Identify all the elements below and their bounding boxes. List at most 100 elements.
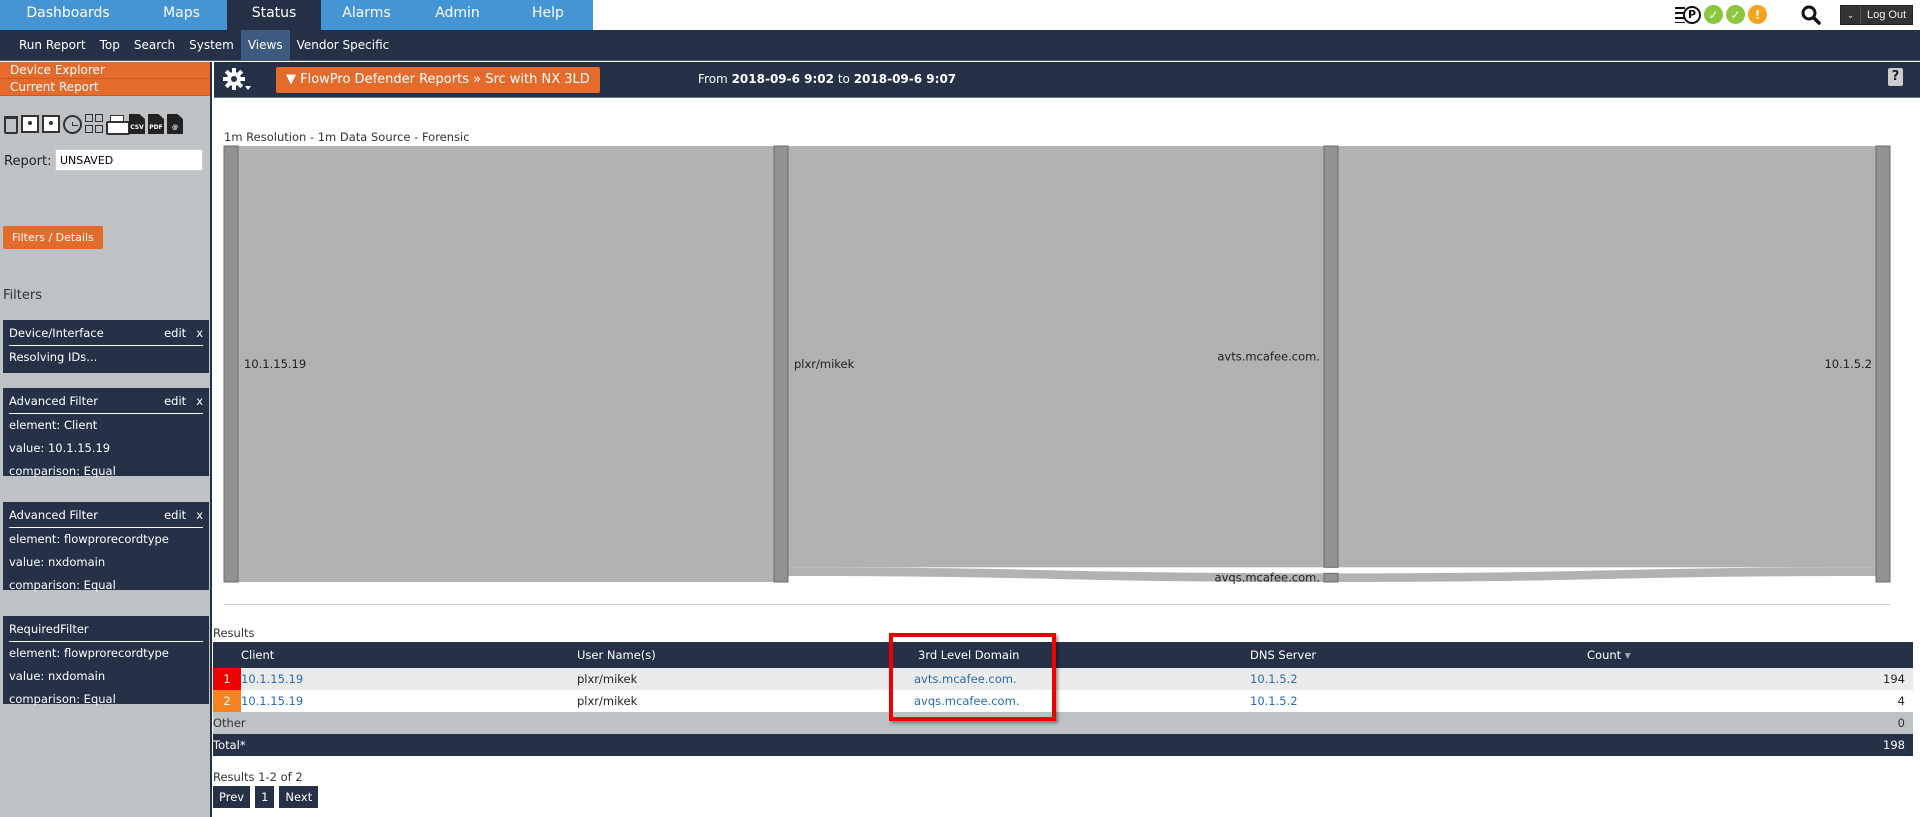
from-value: 2018-09-6 9:02 [731,72,834,86]
help-button[interactable]: ? [1888,68,1903,86]
subnav-run-report[interactable]: Run Report [12,30,93,60]
column-header-user[interactable]: User Name(s) [577,642,914,668]
filter-title: Advanced Filter [9,508,98,522]
next-page-button[interactable]: Next [279,786,319,808]
status-ok-icon[interactable]: ✓ [1704,5,1723,24]
results-heading: Results [213,626,255,640]
filter-card-advanced-client: Advanced Filter edit x element: Client va… [3,388,209,478]
column-header-domain[interactable]: 3rd Level Domain [914,642,1250,668]
column-header-dns[interactable]: DNS Server [1250,642,1587,668]
current-report-link[interactable]: Current Report [0,79,210,96]
filter-line: comparison: Equal [9,464,116,478]
sankey-node-label: 10.1.15.19 [244,357,306,371]
domain-link[interactable]: avqs.mcafee.com. [914,694,1019,708]
subnav-search[interactable]: Search [127,30,182,60]
dns-link[interactable]: 10.1.5.2 [1250,694,1298,708]
filter-line: Resolving IDs... [9,350,98,364]
sankey-node [1323,572,1339,583]
filter-card-required: RequiredFilter element: flowprorecordtyp… [3,616,209,706]
subnav-top[interactable]: Top [93,30,127,60]
report-title-dropdown[interactable]: ▼ FlowPro Defender Reports » Src with NX… [276,67,600,93]
total-count: 198 [1587,734,1913,756]
report-name-label: Report: [4,154,52,169]
logout-label: Log Out [1867,9,1907,21]
sankey-node-label: 10.1.5.2 [1824,357,1872,371]
column-header-client[interactable]: Client [241,642,577,668]
sankey-node-label: avts.mcafee.com. [1217,350,1320,364]
search-icon[interactable] [1801,5,1821,25]
report-toolbar: CSV PDF @ [4,114,183,135]
nav-tab-alarms[interactable]: Alarms [321,0,412,30]
nav-tab-status[interactable]: Status [227,0,321,30]
poller-status-icon[interactable]: P [1675,5,1701,24]
subnav-views[interactable]: Views [240,30,290,60]
subnav-system[interactable]: System [182,30,241,60]
nav-tab-dashboards[interactable]: Dashboards [0,0,136,30]
csv-export-icon[interactable]: CSV [129,114,145,134]
sankey-node [773,145,789,583]
filter-title: RequiredFilter [9,622,89,636]
nav-tab-admin[interactable]: Admin [412,0,503,30]
logout-button[interactable]: ⌄ Log Out [1840,5,1914,25]
table-row: 1 10.1.15.19 plxr/mikek avts.mcafee.com.… [213,668,1913,690]
client-link[interactable]: 10.1.15.19 [241,672,303,686]
nav-tab-maps[interactable]: Maps [136,0,227,30]
total-row: Total* 198 [213,734,1913,756]
page-1-button[interactable]: 1 [255,786,275,808]
poller-p-badge: P [1683,5,1701,24]
email-export-icon[interactable]: @ [167,114,183,134]
filters-details-button[interactable]: Filters / Details [3,226,103,249]
filter-remove-button[interactable]: x [196,508,203,522]
pdf-export-icon[interactable]: PDF [148,114,164,134]
table-row: 2 10.1.15.19 plxr/mikek avqs.mcafee.com.… [213,690,1913,712]
device-explorer-link[interactable]: Device Explorer [0,62,210,79]
chevron-down-icon[interactable]: ⌄ [1841,6,1861,24]
other-label: Other [213,712,1587,734]
prev-page-button[interactable]: Prev [213,786,251,808]
dns-cell: 10.1.5.2 [1250,668,1587,690]
dns-cell: 10.1.5.2 [1250,690,1587,712]
save-as-icon[interactable] [42,115,60,133]
client-link[interactable]: 10.1.15.19 [241,694,303,708]
filter-edit-link[interactable]: edit [164,508,186,522]
from-label: From [698,72,728,86]
filter-card-advanced-recordtype: Advanced Filter edit x element: flowprore… [3,502,209,592]
rank-badge: 1 [213,668,241,690]
domain-link[interactable]: avts.mcafee.com. [914,672,1017,686]
main-nav: Dashboards Maps Status Alarms Admin Help [0,0,593,30]
subnav-vendor-specific[interactable]: Vendor Specific [290,30,397,60]
filter-remove-button[interactable]: x [196,326,203,340]
column-header-count[interactable]: Count ▾ [1587,642,1913,668]
filter-line: element: flowprorecordtype [9,646,169,660]
top-bar: Dashboards Maps Status Alarms Admin Help… [0,0,1920,30]
schedule-clock-icon[interactable] [63,114,82,134]
client-cell: 10.1.15.19 [241,690,577,712]
sankey-node [1875,145,1891,583]
filter-remove-button[interactable]: x [196,394,203,408]
filter-line: value: nxdomain [9,669,106,683]
layout-grid-icon[interactable] [85,114,103,134]
client-cell: 10.1.15.19 [241,668,577,690]
trash-icon[interactable] [4,116,18,134]
sort-desc-icon[interactable]: ▾ [1625,648,1631,662]
table-header-row: Client User Name(s) 3rd Level Domain DNS… [213,642,1913,668]
sankey-link [1338,146,1876,568]
filter-line: element: flowprorecordtype [9,532,169,546]
dns-link[interactable]: 10.1.5.2 [1250,672,1298,686]
report-name-input[interactable] [55,149,203,171]
filter-edit-link[interactable]: edit [164,394,186,408]
gear-icon[interactable] [222,66,252,94]
date-range[interactable]: From 2018-09-6 9:02 to 2018-09-6 9:07 [698,72,956,86]
print-icon[interactable] [106,114,130,135]
domain-cell: avqs.mcafee.com. [914,690,1250,712]
user-cell: plxr/mikek [577,690,914,712]
status-ok-icon[interactable]: ✓ [1726,5,1745,24]
other-row: Other 0 [213,712,1913,734]
filter-edit-link[interactable]: edit [164,326,186,340]
save-icon[interactable] [21,115,39,133]
status-warning-icon[interactable]: ! [1748,5,1767,24]
results-summary: Results 1-2 of 2 [213,770,303,784]
nav-tab-help[interactable]: Help [503,0,593,30]
filter-line: value: nxdomain [9,555,106,569]
rank-badge: 2 [213,690,241,712]
